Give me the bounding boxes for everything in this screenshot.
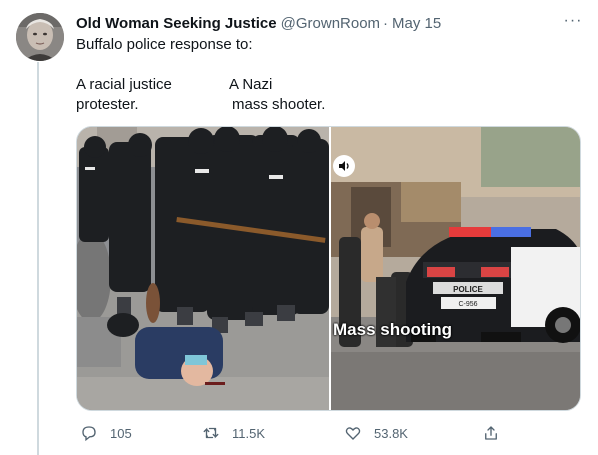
- tweet-text-col2-line1: A Nazi: [229, 76, 273, 93]
- reply-button[interactable]: 105: [80, 424, 132, 442]
- tweet-text-col1-line2: protester.: [76, 96, 139, 113]
- photo-police-line[interactable]: [77, 127, 329, 410]
- retweet-count: 11.5K: [232, 425, 266, 441]
- author-name[interactable]: Old Woman Seeking Justice: [76, 15, 277, 32]
- car-number: C-956: [458, 301, 477, 308]
- heart-icon: [345, 427, 361, 440]
- sound-icon[interactable]: [333, 155, 355, 177]
- share-icon: [485, 426, 497, 440]
- tweet-text-col1-line1: A racial justice: [76, 76, 172, 93]
- separator-dot: ·: [383, 14, 389, 32]
- share-button[interactable]: [482, 424, 500, 442]
- tweet-date[interactable]: May 15: [392, 15, 441, 32]
- avatar[interactable]: [16, 13, 64, 61]
- photo-police-car[interactable]: POLICE C-956 Mass shooting: [331, 127, 580, 410]
- tweet-header: Old Woman Seeking Justice @GrownRoom · M…: [76, 13, 441, 33]
- tweet[interactable]: Old Woman Seeking Justice @GrownRoom · M…: [0, 0, 598, 455]
- retweet-icon: [203, 427, 219, 439]
- reply-icon: [82, 426, 96, 442]
- tweet-text-col2-line2: mass shooter.: [232, 96, 326, 113]
- tweet-media[interactable]: POLICE C-956 Mass shooting: [76, 126, 581, 411]
- tweet-text-line1: Buffalo police response to:: [76, 36, 253, 53]
- more-options-icon[interactable]: ···: [560, 12, 586, 32]
- reply-count: 105: [110, 425, 132, 441]
- retweet-button[interactable]: 11.5K: [202, 424, 265, 442]
- thread-line: [37, 62, 39, 455]
- media-caption: Mass shooting: [333, 320, 453, 339]
- like-button[interactable]: 53.8K: [344, 424, 408, 442]
- car-label: POLICE: [453, 285, 483, 294]
- like-count: 53.8K: [374, 425, 408, 441]
- author-handle[interactable]: @GrownRoom: [281, 15, 380, 32]
- tweet-actions: 105 11.5K 53.8K: [76, 424, 506, 444]
